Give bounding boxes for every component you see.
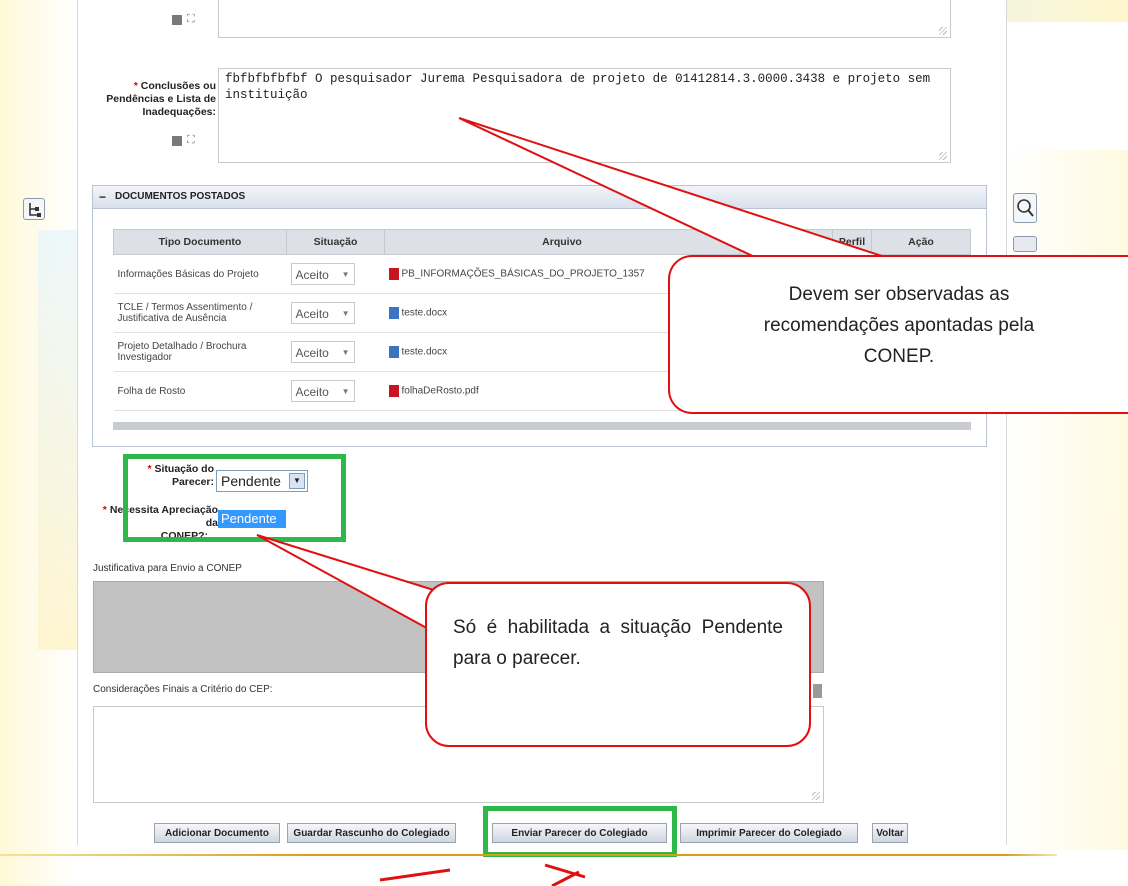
annotation-pointers <box>256 117 889 886</box>
pointer-pendente <box>256 534 455 634</box>
pointer-send-line <box>379 868 451 882</box>
pointer-send-arrow <box>551 870 580 886</box>
callout-pendente: Só é habilitada a situação Pendente para… <box>425 582 811 747</box>
callout-conep: Devem ser observadas as recomendações ap… <box>668 255 1128 414</box>
pointer-send <box>544 863 586 879</box>
pointer-conep <box>458 117 889 261</box>
